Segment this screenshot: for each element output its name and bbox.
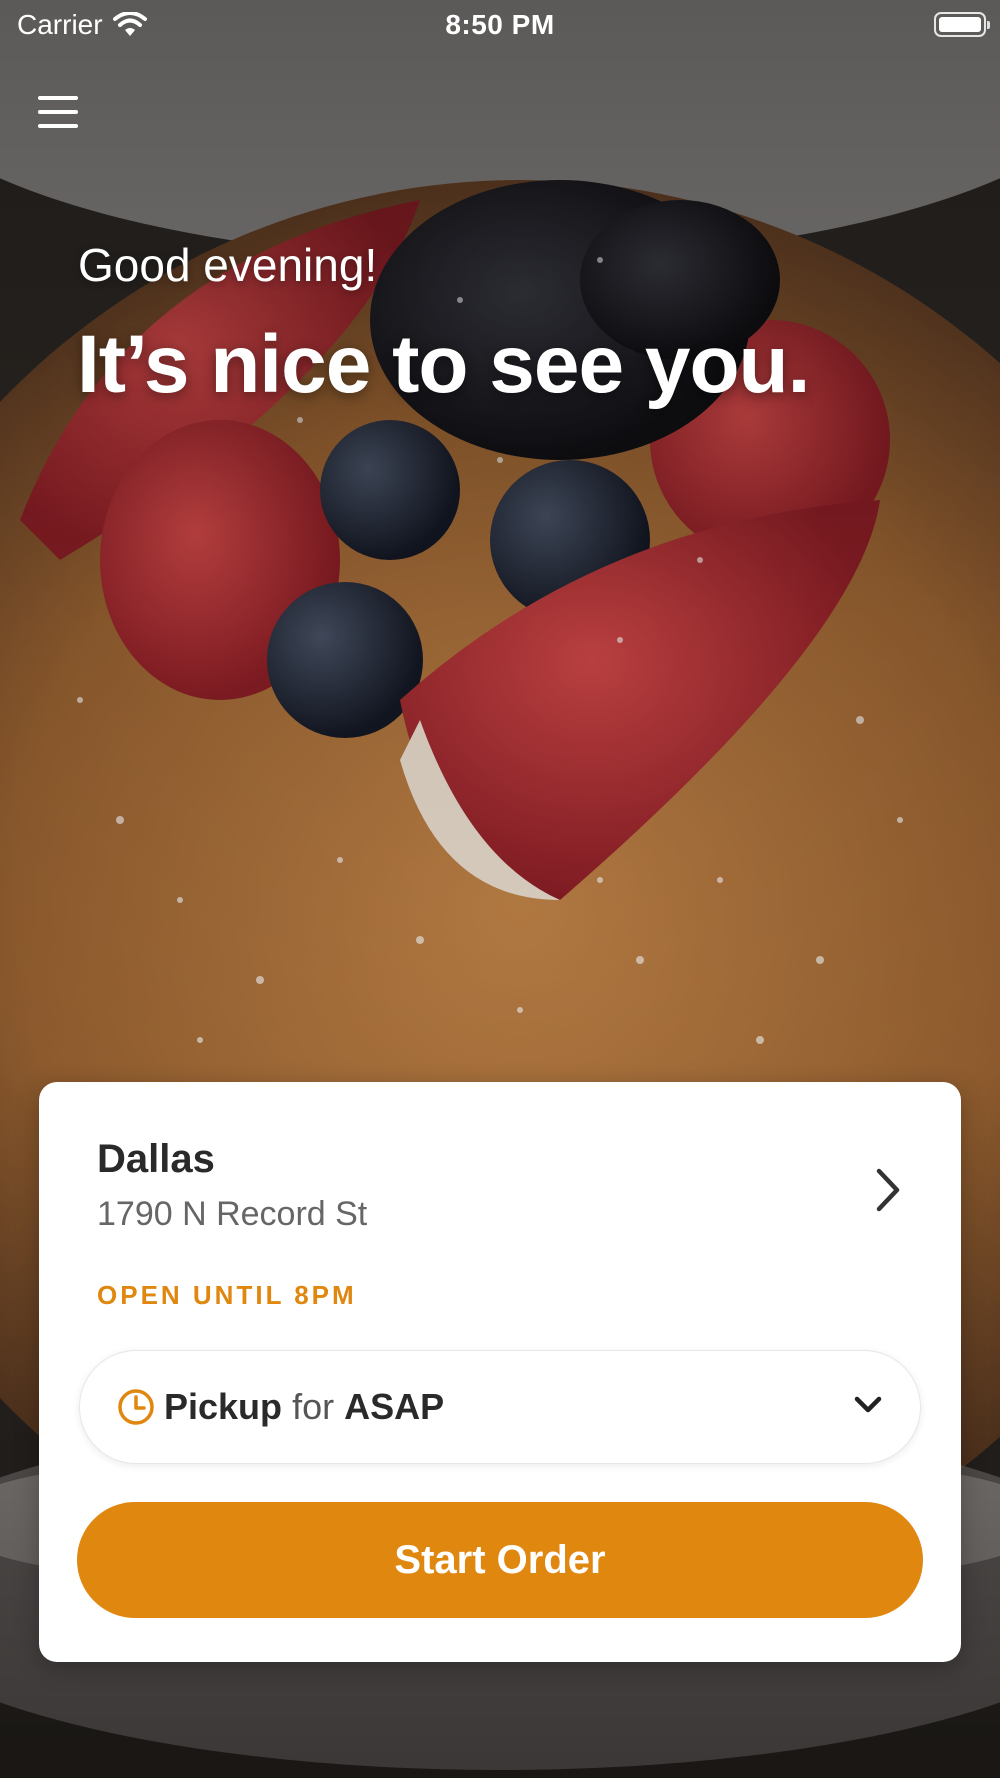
location-name: Dallas [97,1137,215,1181]
location-address: 1790 N Record St [97,1195,368,1233]
order-mode: Pickup [164,1386,283,1427]
clock-icon [118,1389,154,1425]
status-bar: Carrier 8:50 PM [0,0,1000,50]
hours-label: OPEN UNTIL 8PM [97,1280,357,1310]
chevron-down-icon [854,1396,882,1413]
pickup-summary: Pickup for ASAP [164,1386,444,1428]
order-connector: for [292,1386,335,1427]
status-time: 8:50 PM [445,9,555,40]
order-card: Dallas 1790 N Record St OPEN UNTIL 8PM P… [39,1082,961,1662]
home-screen: Carrier 8:50 PM Good evening! It’s nice … [0,0,1000,1778]
battery-icon [934,12,990,37]
menu-icon[interactable] [34,90,82,134]
pickup-time-dropdown[interactable]: Pickup for ASAP [79,1350,921,1464]
chevron-right-icon [876,1168,900,1212]
order-time: ASAP [344,1386,445,1427]
welcome-headline: It’s nice to see you. [77,319,810,410]
start-order-button[interactable]: Start Order [77,1502,923,1618]
location-selector[interactable]: Dallas 1790 N Record St [97,1137,907,1247]
greeting-text: Good evening! [78,239,378,291]
